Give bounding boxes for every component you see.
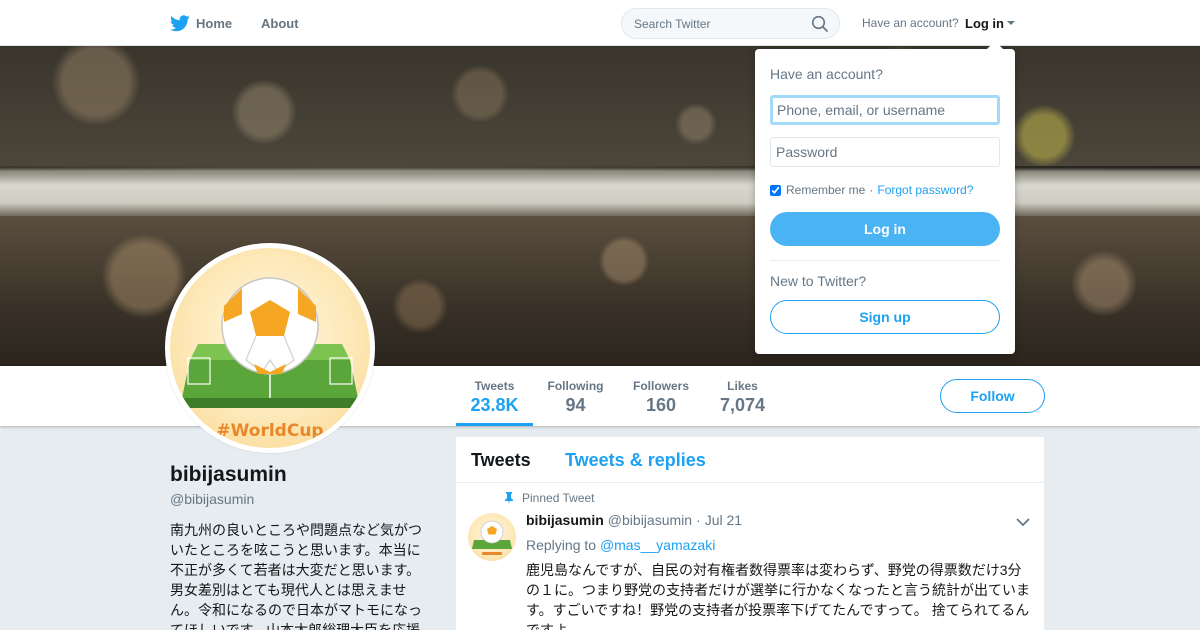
timeline-tabs: Tweets Tweets & replies <box>456 437 1044 483</box>
remember-separator: · <box>869 183 874 197</box>
replying-to-link[interactable]: @mas__yamazaki <box>600 537 715 553</box>
dropdown-arrow <box>987 41 1003 49</box>
pin-icon <box>505 492 513 504</box>
stat-tweets-value: 23.8K <box>470 395 519 415</box>
tweet-fullname[interactable]: bibijasumin <box>526 512 604 528</box>
banner-crowd-top <box>0 46 1200 166</box>
avatar-hashtag-text: #WorldCup <box>216 421 323 441</box>
remember-me-row: Remember me · Forgot password? <box>770 183 973 197</box>
stat-likes[interactable]: Likes 7,074 <box>714 366 771 426</box>
username-field[interactable] <box>770 95 1000 125</box>
login-button[interactable]: Log in <box>770 212 1000 246</box>
dropdown-title: Have an account? <box>770 66 883 82</box>
tweet-username[interactable]: @bibijasumin <box>608 512 692 528</box>
remember-me-checkbox[interactable] <box>770 184 781 196</box>
stat-tweets-label: Tweets <box>474 379 515 393</box>
tweet-header: bibijasumin @bibijasumin · Jul 21 <box>526 512 742 528</box>
search-box <box>621 8 840 39</box>
timeline: Tweets Tweets & replies Pinned Tweet bib… <box>456 437 1044 630</box>
soccer-ball-avatar-image <box>472 520 512 555</box>
stat-followers[interactable]: Followers 160 <box>628 366 694 426</box>
nav-about-label: About <box>261 15 299 31</box>
dropdown-divider <box>770 260 1000 261</box>
nav-about[interactable]: About <box>261 0 299 46</box>
profile-name[interactable]: bibijasumin <box>170 463 287 487</box>
stat-following[interactable]: Following 94 <box>542 366 609 426</box>
password-field[interactable] <box>770 137 1000 167</box>
stat-following-value: 94 <box>565 395 586 415</box>
login-link-label: Log in <box>965 15 1004 31</box>
stat-tweets[interactable]: Tweets 23.8K <box>456 366 533 426</box>
tab-tweets[interactable]: Tweets <box>471 450 531 471</box>
stat-following-label: Following <box>547 379 604 393</box>
follow-button[interactable]: Follow <box>940 379 1045 413</box>
new-to-twitter-label: New to Twitter? <box>770 273 867 289</box>
tweet-separator: · <box>696 512 701 528</box>
have-account-text: Have an account? <box>862 16 959 30</box>
chevron-down-icon[interactable] <box>1016 517 1030 527</box>
pinned-label: Pinned Tweet <box>522 491 595 505</box>
pinned-tweet[interactable]: Pinned Tweet bibijasumin @bibijasumin · … <box>456 483 1044 630</box>
stat-followers-value: 160 <box>645 395 677 415</box>
forgot-password-link[interactable]: Forgot password? <box>877 183 973 197</box>
remember-me-label[interactable]: Remember me <box>786 183 865 197</box>
stat-likes-value: 7,074 <box>719 395 766 415</box>
signup-button[interactable]: Sign up <box>770 300 1000 334</box>
profile-bio: 南九州の良いところや問題点など気がついたところを呟こうと思います。本当に不正が多… <box>170 522 422 630</box>
nav-home-label: Home <box>196 15 233 31</box>
profile-avatar[interactable]: #WorldCup <box>165 243 375 453</box>
search-input[interactable] <box>622 9 812 38</box>
stat-followers-label: Followers <box>632 379 689 393</box>
tab-tweets-and-replies[interactable]: Tweets & replies <box>565 450 706 471</box>
banner-stadium-rail <box>0 172 1200 216</box>
login-dropdown: Have an account? Remember me · Forgot pa… <box>755 41 1015 354</box>
tweet-avatar[interactable] <box>468 513 516 561</box>
stat-likes-label: Likes <box>727 379 758 393</box>
soccer-ball-avatar-image: #WorldCup <box>182 277 358 441</box>
top-navigation: Home About Have an account? Log in <box>0 0 1200 46</box>
tweet-text: 鹿児島なんですが、自民の対有権者数得票率は変わらず、野党の得票数だけ3分の１に。… <box>526 562 1030 630</box>
twitter-bird-icon <box>170 14 190 31</box>
tweet-date[interactable]: Jul 21 <box>705 512 742 528</box>
search-icon[interactable] <box>811 15 829 33</box>
profile-handle[interactable]: @bibijasumin <box>170 491 254 507</box>
replying-to: Replying to @mas__yamazaki <box>526 537 715 553</box>
nav-home[interactable]: Home <box>170 0 232 46</box>
replying-to-prefix: Replying to <box>526 537 597 553</box>
pinned-indicator: Pinned Tweet <box>504 491 595 505</box>
caret-down-icon <box>1007 21 1015 25</box>
login-dropdown-toggle[interactable]: Log in <box>965 0 1015 46</box>
